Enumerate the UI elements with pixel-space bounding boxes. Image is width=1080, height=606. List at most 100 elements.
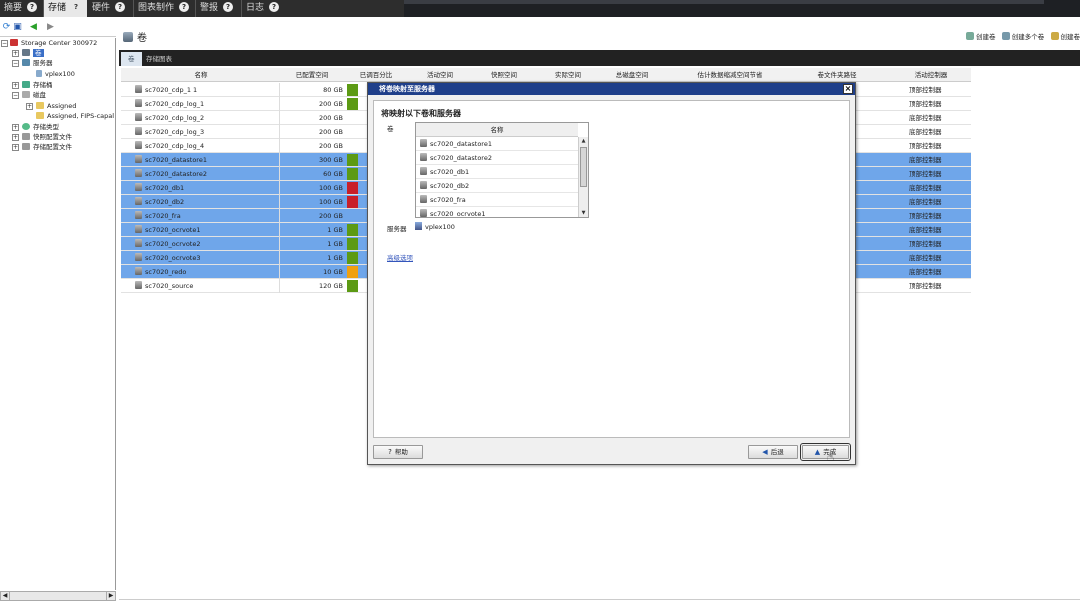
configured-space-cell: 60 GB (323, 170, 343, 178)
tree-node-assigned[interactable]: Assigned (36, 101, 76, 111)
list-header-name[interactable]: 名称 (416, 123, 578, 137)
controller-cell: 底部控制器 (909, 114, 942, 122)
column-header-snapshot[interactable]: 快照空间 (473, 68, 535, 82)
disk-icon (22, 91, 30, 98)
tree-node-snapshot-profiles[interactable]: 快照配置文件 (22, 132, 72, 142)
tree-toolbar: ⟳ ▣ ◀ ▶ (0, 19, 116, 37)
cursor-hand-icon: ☝ (827, 450, 835, 464)
menu-tab-logs[interactable]: 日志? (242, 0, 284, 17)
menu-tab-hardware[interactable]: 硬件? (88, 0, 132, 17)
tree-node-assigned-fips[interactable]: Assigned, FIPS-capal (36, 111, 114, 121)
table-header: 名称 已配置空间 已调百分比 活动空间 快照空间 实际空间 总磁盘空间 估计数据… (121, 68, 971, 82)
volume-icon (420, 139, 427, 147)
bottom-divider (119, 599, 1080, 600)
tab-storage-chart[interactable]: 存储图表 (139, 52, 179, 66)
help-icon[interactable]: ? (179, 2, 190, 12)
list-item[interactable]: sc7020_datastore2 (416, 151, 578, 165)
help-icon[interactable]: ? (27, 2, 38, 12)
scroll-up-icon[interactable]: ▲ (579, 137, 588, 145)
list-item[interactable]: sc7020_fra (416, 193, 578, 207)
scrollbar-thumb[interactable] (580, 147, 587, 187)
column-header-active[interactable]: 活动空间 (409, 68, 471, 82)
help-icon[interactable]: ? (71, 2, 81, 12)
collapse-icon[interactable]: − (12, 60, 19, 67)
list-item[interactable]: sc7020_ocrvote1 (416, 207, 578, 217)
expand-icon[interactable]: + (12, 124, 19, 131)
scroll-left-icon[interactable]: ◀ (1, 592, 10, 600)
expand-icon[interactable]: + (12, 144, 19, 151)
volume-list[interactable]: 名称 sc7020_datastore1 sc7020_datastore2 s… (415, 122, 589, 218)
list-item[interactable]: sc7020_db1 (416, 165, 578, 179)
column-header-total-disk[interactable]: 总磁盘空间 (601, 68, 663, 82)
tree-label: 卷 (33, 49, 44, 57)
dialog-title-bar[interactable]: 将卷映射至服务器 × (368, 83, 855, 95)
list-item-label: sc7020_db2 (430, 182, 470, 190)
collapse-icon[interactable]: − (1, 40, 8, 47)
expand-icon[interactable]: + (12, 134, 19, 141)
tree-label: 磁盘 (33, 91, 46, 99)
list-item[interactable]: sc7020_datastore1 (416, 137, 578, 151)
create-volume-button[interactable]: 创建卷 (966, 31, 996, 41)
column-header-actual[interactable]: 实际空间 (537, 68, 599, 82)
volume-icon (420, 209, 427, 217)
close-icon[interactable]: × (843, 84, 853, 94)
menu-tab-storage[interactable]: 存储? (44, 0, 87, 17)
finish-arrow-icon: ▲ (814, 448, 821, 456)
cell-text: sc7020_datastore2 (145, 170, 207, 178)
server-icon (415, 222, 422, 230)
back-button[interactable]: ◀ 后退 (748, 445, 798, 459)
page-title: 卷 (123, 29, 147, 44)
tree-node-volumes[interactable]: 卷 (22, 48, 44, 58)
help-icon[interactable]: ? (223, 2, 234, 12)
server-icon (22, 59, 30, 66)
action-bar: 创建卷 创建多个卷 创建卷 (962, 31, 1080, 41)
column-header-name[interactable]: 名称 (121, 68, 281, 82)
tree-node-storage-types[interactable]: 存储类型 (22, 122, 59, 132)
list-item-label: sc7020_db1 (430, 168, 470, 176)
volume-name-cell: sc7020_ocrvote3 (135, 251, 200, 265)
tree-node-storage-profiles[interactable]: 存储配置文件 (22, 142, 72, 152)
tree-label: 存储类型 (33, 123, 59, 131)
column-header-percent[interactable]: 已调百分比 (346, 68, 406, 82)
column-header-controller[interactable]: 活动控制器 (891, 68, 971, 82)
tree-node-vplex100[interactable]: vplex100 (36, 69, 75, 79)
column-header-configured[interactable]: 已配置空间 (281, 68, 343, 82)
tree-node-disks[interactable]: 磁盘 (22, 90, 46, 100)
save-icon[interactable]: ▣ (13, 23, 22, 32)
volume-icon (135, 99, 142, 107)
back-arrow-icon[interactable]: ◀ (29, 23, 38, 32)
advanced-options-link[interactable]: 高级选项 (387, 252, 413, 262)
help-button[interactable]: ? 帮助 (373, 445, 423, 459)
help-icon[interactable]: ? (115, 2, 126, 12)
refresh-icon[interactable]: ⟳ (2, 23, 11, 32)
help-icon[interactable]: ? (269, 2, 280, 12)
column-header-folder[interactable]: 卷文件夹路径 (797, 68, 877, 82)
tree-horizontal-scrollbar[interactable]: ◀ ▶ (0, 591, 116, 601)
scroll-down-icon[interactable]: ▼ (579, 209, 588, 217)
create-volume-button-2[interactable]: 创建卷 (1050, 31, 1080, 41)
controller-cell: 顶部控制器 (909, 100, 942, 108)
column-header-savings[interactable]: 估计数据缩减空间节省 (665, 68, 795, 82)
collapse-icon[interactable]: − (12, 92, 19, 99)
dialog-body: 将映射以下卷和服务器 卷 名称 sc7020_datastore1 sc7020… (373, 100, 850, 438)
tree-node-storage-center[interactable]: Storage Center 300972 (10, 38, 97, 48)
expand-icon[interactable]: + (12, 82, 19, 89)
usage-bar (347, 224, 358, 236)
menu-tab-alerts[interactable]: 警报? (196, 0, 240, 17)
menu-tab-summary[interactable]: 摘要? (0, 0, 42, 17)
tree-node-servers[interactable]: 服务器 (22, 58, 53, 68)
list-item[interactable]: sc7020_db2 (416, 179, 578, 193)
create-volume-icon (966, 32, 975, 40)
scroll-right-icon[interactable]: ▶ (106, 592, 115, 600)
controller-cell: 顶部控制器 (909, 142, 942, 150)
forward-arrow-icon[interactable]: ▶ (46, 23, 55, 32)
tree-label: Assigned, FIPS-capal (47, 112, 115, 120)
tree-node-storage-bucket[interactable]: 存储桶 (22, 80, 53, 90)
menu-tab-charting[interactable]: 图表制作? (134, 0, 194, 17)
expand-icon[interactable]: + (12, 50, 19, 57)
finish-button[interactable]: ▲ 完成 (800, 443, 851, 461)
create-multiple-volumes-button[interactable]: 创建多个卷 (1001, 31, 1044, 41)
expand-icon[interactable]: + (26, 103, 33, 110)
list-item-label: sc7020_fra (430, 196, 466, 204)
list-scrollbar[interactable]: ▲ ▼ (578, 137, 588, 217)
